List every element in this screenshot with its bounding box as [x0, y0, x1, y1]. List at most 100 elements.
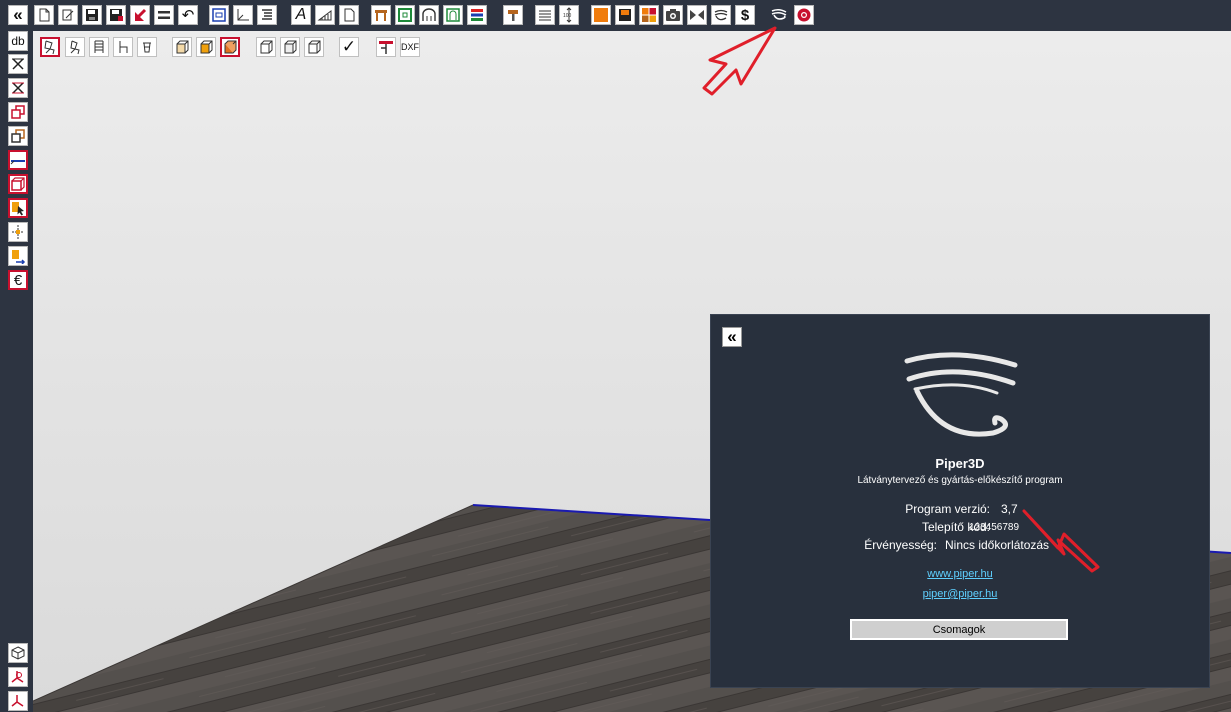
chair-tool-4[interactable]	[113, 37, 133, 57]
edit-file-button[interactable]	[58, 5, 78, 25]
select-all-button[interactable]	[209, 5, 229, 25]
equal-bars-icon	[158, 11, 170, 19]
frame-icon	[398, 8, 412, 22]
chair-alt-icon	[70, 40, 80, 55]
import-button[interactable]	[130, 5, 150, 25]
axes-alt-button[interactable]	[8, 691, 28, 711]
layout-button[interactable]	[376, 37, 396, 57]
chair-tool-3[interactable]	[89, 37, 109, 57]
app-subtitle: Látványtervező és gyártás-előkészítő pro…	[857, 475, 1063, 486]
camera-icon	[666, 9, 680, 21]
undo-button[interactable]: ↶	[178, 5, 198, 25]
hammer-button[interactable]	[503, 5, 523, 25]
undo-icon: ↶	[181, 7, 195, 24]
cut-button[interactable]	[8, 54, 28, 74]
chair-tool-1[interactable]	[40, 37, 60, 57]
chair-icon	[44, 40, 55, 55]
cut-double-icon	[12, 82, 24, 94]
website-link[interactable]: www.piper.hu	[711, 568, 1209, 580]
new-file-button[interactable]	[34, 5, 54, 25]
cut-icon	[12, 58, 24, 70]
text-button[interactable]: A	[291, 5, 311, 25]
3d-view-button[interactable]	[8, 643, 28, 663]
cube-tool-2[interactable]	[196, 37, 216, 57]
blank-page-icon	[344, 8, 355, 22]
save-as-button[interactable]	[106, 5, 126, 25]
cube-orange-icon	[200, 40, 213, 54]
help-button[interactable]	[794, 5, 814, 25]
chair-tool-2[interactable]	[65, 37, 85, 57]
list-button[interactable]	[257, 5, 277, 25]
cube-outline-icon	[260, 40, 273, 54]
about-button[interactable]	[769, 5, 789, 25]
select-pointer-button[interactable]	[8, 198, 28, 218]
tree-list-icon	[262, 9, 272, 20]
select-area-icon	[212, 8, 226, 22]
copy-red-icon	[11, 105, 25, 119]
price-euro-button[interactable]: €	[8, 270, 28, 290]
version-label: Program verzió:	[905, 502, 990, 516]
box-button[interactable]	[8, 174, 28, 194]
grid-color-icon	[642, 8, 656, 22]
lines-button[interactable]	[535, 5, 555, 25]
validity-label: Érvényesség:	[864, 538, 937, 552]
door-button[interactable]	[443, 5, 463, 25]
packages-button[interactable]: Csomagok	[850, 619, 1068, 640]
new-file-icon	[39, 8, 50, 22]
stool-tool[interactable]	[137, 37, 157, 57]
color-bars-button[interactable]	[467, 5, 487, 25]
camera-button[interactable]	[663, 5, 683, 25]
price-button[interactable]: $	[735, 5, 755, 25]
outline-cube-3[interactable]	[304, 37, 324, 57]
double-chevron-left-icon: «	[727, 327, 737, 346]
collapse-button[interactable]: «	[8, 5, 28, 25]
arch-icon	[422, 8, 436, 21]
email-link[interactable]: piper@piper.hu	[711, 588, 1209, 600]
axes-button[interactable]	[8, 667, 28, 687]
dimension-button[interactable]	[8, 222, 28, 242]
table-button[interactable]	[371, 5, 391, 25]
frame-button[interactable]	[395, 5, 415, 25]
floor-line-button[interactable]	[8, 150, 28, 170]
slope-button[interactable]	[315, 5, 335, 25]
copy-button[interactable]	[8, 102, 28, 122]
grid-button[interactable]	[639, 5, 659, 25]
material-button[interactable]	[591, 5, 611, 25]
dxf-export-button[interactable]: DXF	[400, 37, 420, 57]
measure-button[interactable]	[233, 5, 253, 25]
validity-value: Nincs időkorlátozás	[945, 538, 1050, 552]
install-code-value: 123456789	[969, 522, 1020, 533]
align-button[interactable]	[154, 5, 174, 25]
outline-cube-2[interactable]	[280, 37, 300, 57]
pointer-icon	[12, 202, 24, 216]
edit-file-icon	[62, 9, 74, 21]
color-bars-icon	[471, 9, 483, 21]
page-button[interactable]	[339, 5, 359, 25]
cut-all-button[interactable]	[8, 78, 28, 98]
layout-icon	[379, 41, 393, 54]
save-button[interactable]	[82, 5, 102, 25]
cube-outline-alt-icon	[284, 40, 297, 54]
outline-cube-1[interactable]	[256, 37, 276, 57]
cube-tool-1[interactable]	[172, 37, 192, 57]
lines-icon	[539, 10, 551, 21]
about-back-button[interactable]: «	[722, 327, 742, 347]
cube-tool-3[interactable]	[220, 37, 240, 57]
slope-icon	[317, 10, 332, 21]
duplicate-button[interactable]	[8, 126, 28, 146]
mirror-button[interactable]	[687, 5, 707, 25]
dxf-label: DXF	[401, 42, 419, 52]
render-button[interactable]	[615, 5, 635, 25]
confirm-button[interactable]: ✓	[339, 37, 359, 57]
arrange-button[interactable]	[8, 246, 28, 266]
about-panel: « Piper3D Látványtervező és gyártás-elők…	[710, 314, 1210, 688]
scale-100-icon: 100	[563, 7, 572, 23]
app-title: Piper3D	[935, 456, 985, 471]
arch-button[interactable]	[419, 5, 439, 25]
floor-line-icon	[10, 160, 25, 165]
wave-button[interactable]	[711, 5, 731, 25]
floppy-orange-icon	[619, 9, 631, 21]
cube-dark-orange-icon	[224, 40, 237, 54]
scale-100-button[interactable]: 100	[559, 5, 579, 25]
db-button[interactable]: db	[8, 31, 28, 51]
